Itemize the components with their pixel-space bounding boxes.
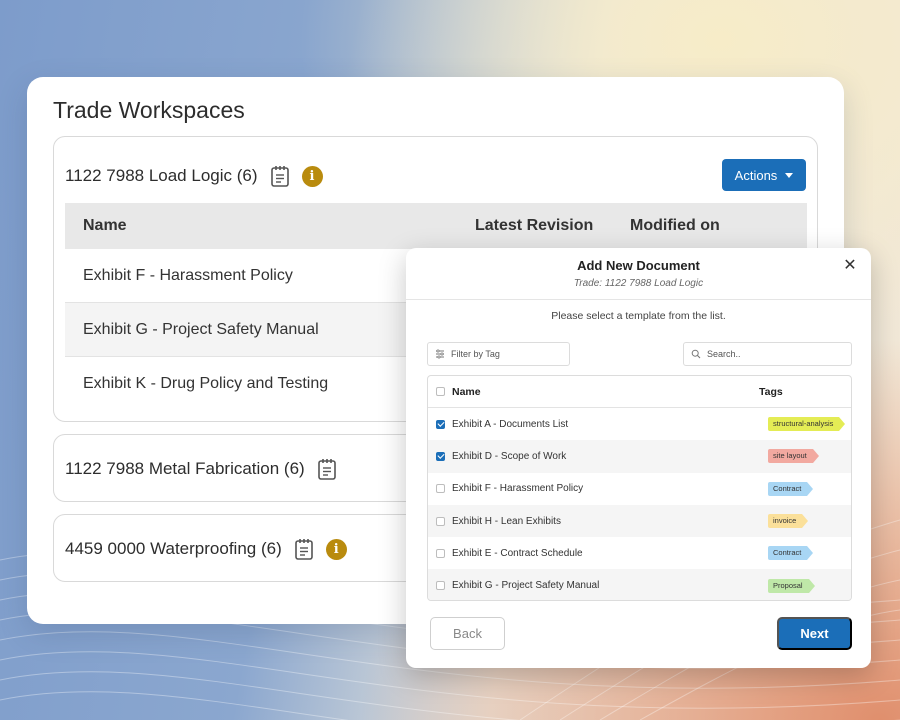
column-header-tags: Tags	[759, 385, 783, 398]
tag-badge: structural-analysis	[768, 417, 846, 432]
table-row[interactable]: Exhibit E - Contract Schedule Contract	[428, 537, 851, 569]
notepad-icon[interactable]	[294, 538, 314, 560]
select-all-checkbox[interactable]	[436, 387, 445, 396]
column-header-name: Name	[452, 385, 481, 398]
trade-header: 1122 7988 Metal Fabrication (6)	[65, 452, 337, 486]
table-header: Name Latest Revision Modified on	[65, 203, 807, 249]
template-checkbox[interactable]	[436, 516, 445, 526]
template-name: Exhibit E - Contract Schedule	[452, 547, 583, 559]
modal-hint: Please select a template from the list.	[551, 310, 726, 322]
document-name: Exhibit K - Drug Policy and Testing	[83, 375, 329, 392]
actions-button[interactable]: Actions	[722, 159, 806, 191]
next-button[interactable]: Next	[777, 617, 852, 650]
tag-badge: site layout	[768, 449, 819, 464]
trade-name: 1122 7988 Metal Fabrication (6)	[65, 459, 305, 478]
tag-badge: Contract	[768, 481, 814, 496]
template-name: Exhibit A - Documents List	[452, 418, 569, 430]
filter-placeholder: Filter by Tag	[451, 349, 500, 359]
tag-badge: invoice	[768, 514, 809, 529]
trade-header: 1122 7988 Load Logic (6) i	[65, 159, 323, 193]
table-row[interactable]: Exhibit G - Project Safety Manual Proposa…	[428, 569, 851, 600]
template-name: Exhibit H - Lean Exhibits	[452, 515, 561, 527]
modal-divider	[406, 299, 871, 300]
template-checkbox[interactable]	[436, 548, 445, 558]
info-icon[interactable]: i	[325, 538, 347, 560]
modal-title: Add New Document	[577, 258, 700, 273]
info-icon[interactable]: i	[301, 165, 323, 187]
tag-badge: Contract	[768, 546, 814, 561]
search-icon	[691, 349, 701, 359]
template-checkbox[interactable]	[436, 451, 445, 461]
column-header-modified-on: Modified on	[630, 217, 720, 234]
table-row[interactable]: Exhibit F - Harassment Policy Contract	[428, 473, 851, 505]
caret-down-icon	[785, 172, 794, 178]
close-icon[interactable]: ✕	[843, 258, 857, 274]
template-checkbox[interactable]	[436, 484, 445, 494]
search-input[interactable]: Search..	[683, 342, 852, 366]
table-row[interactable]: Exhibit H - Lean Exhibits invoice	[428, 504, 851, 538]
trade-name: 1122 7988 Load Logic (6)	[65, 166, 258, 185]
column-header-latest-revision: Latest Revision	[475, 217, 594, 234]
column-header-name: Name	[83, 217, 127, 234]
document-name: Exhibit G - Project Safety Manual	[83, 320, 319, 338]
template-name: Exhibit F - Harassment Policy	[452, 483, 584, 495]
trade-name: 4459 0000 Waterproofing (6)	[65, 539, 282, 558]
document-name: Exhibit F - Harassment Policy	[83, 266, 293, 284]
add-new-document-modal: Add New Document Trade: 1122 7988 Load L…	[406, 248, 871, 668]
notepad-icon[interactable]	[270, 165, 290, 187]
template-table-header: Name Tags	[428, 376, 851, 408]
table-row[interactable]: Exhibit D - Scope of Work site layout	[428, 440, 851, 473]
page-title: Trade Workspaces	[53, 97, 245, 123]
tag-badge: Proposal	[768, 578, 815, 593]
modal-subtitle: Trade: 1122 7988 Load Logic	[573, 278, 704, 289]
notepad-icon[interactable]	[317, 458, 337, 480]
filter-icon	[436, 349, 444, 359]
search-placeholder: Search..	[707, 349, 741, 359]
template-name: Exhibit D - Scope of Work	[452, 450, 567, 462]
back-button[interactable]: Back	[430, 617, 505, 650]
trade-header: 4459 0000 Waterproofing (6) i	[65, 532, 347, 566]
actions-label: Actions	[734, 167, 778, 183]
filter-by-tag-input[interactable]: Filter by Tag	[427, 342, 570, 366]
template-name: Exhibit G - Project Safety Manual	[452, 580, 600, 592]
template-checkbox[interactable]	[436, 419, 445, 429]
table-row[interactable]: Exhibit A - Documents List structural-ana…	[428, 408, 851, 440]
template-table: Name Tags Exhibit A - Documents List stru…	[427, 375, 852, 601]
template-checkbox[interactable]	[436, 581, 445, 591]
